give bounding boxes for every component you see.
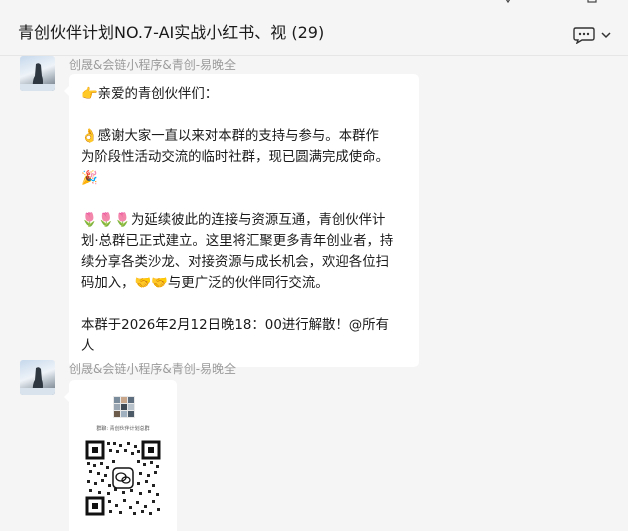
window-controls — [502, 0, 598, 6]
pin-icon[interactable] — [502, 0, 514, 6]
message-line — [81, 189, 407, 210]
message-line: 码加入，🤝🤝与更广泛的伙伴同行交流。 — [81, 276, 329, 291]
chevron-down-icon[interactable] — [601, 31, 611, 39]
message-line: 人 — [81, 339, 95, 354]
sender-name: 创晟&会链小程序&青创-易晚全 — [69, 58, 237, 72]
qr-code-card[interactable]: 群聊: 青创伙伴计划总群 — [64, 380, 177, 531]
message-line: 划·总群已正式建立。这里将汇聚更多青年创业者，持 — [81, 234, 394, 249]
message-line — [81, 294, 407, 315]
chat-header: 青创伙伴计划NO.7-AI实战小红书、视 (29) — [0, 0, 628, 56]
message-line: 为阶段性活动交流的临时社群，现已圆满完成使命。 — [81, 150, 389, 165]
sender-name: 创晟&会链小程序&青创-易晚全 — [69, 362, 237, 376]
message-line: 续分享各类沙龙、对接资源与成长机会，欢迎各位扫 — [81, 255, 389, 270]
message-line: 👉亲爱的青创伙伴们： — [81, 87, 219, 102]
qr-code-image: 群聊: 青创伙伴计划总群 — [85, 396, 161, 516]
message-line — [81, 105, 407, 126]
message-line: 🌷🌷🌷为延续彼此的连接与资源互通，青创伙伴计 — [81, 213, 386, 228]
message-line: 本群于2026年2月12日晚18：00进行解散！@所有 — [81, 318, 389, 333]
avatar[interactable] — [20, 56, 55, 91]
message-text: 👉亲爱的青创伙伴们： 👌感谢大家一直以来对本群的支持与参与。本群作 为阶段性活动… — [69, 74, 419, 367]
message-line: 👌感谢大家一直以来对本群的支持与参与。本群作 — [81, 129, 379, 144]
window-icon[interactable] — [586, 0, 598, 6]
avatar[interactable] — [20, 360, 55, 395]
chat-bubble-more-icon[interactable] — [573, 26, 595, 44]
message-line: 🎉 — [81, 171, 98, 186]
chat-title: 青创伙伴计划NO.7-AI实战小红书、视 (29) — [18, 23, 325, 42]
message-bubble[interactable]: 👉亲爱的青创伙伴们： 👌感谢大家一直以来对本群的支持与参与。本群作 为阶段性活动… — [64, 74, 419, 367]
qr-caption: 群聊: 青创伙伴计划总群 — [96, 425, 149, 432]
